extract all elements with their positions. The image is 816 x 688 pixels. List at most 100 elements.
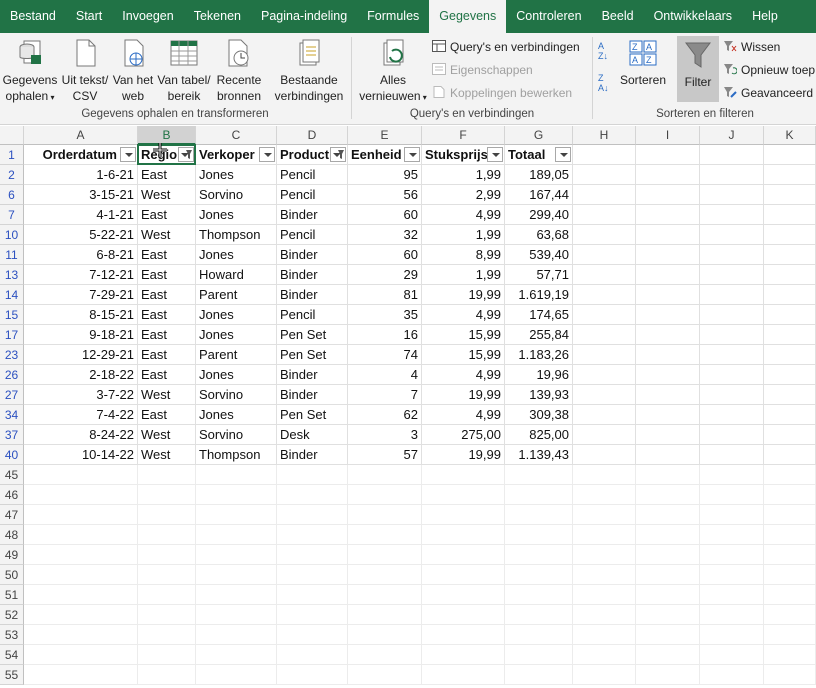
row-header[interactable]: 27 xyxy=(0,385,24,405)
table-cell[interactable]: West xyxy=(138,425,196,445)
row-header[interactable]: 10 xyxy=(0,225,24,245)
empty-cell[interactable] xyxy=(700,285,764,305)
table-cell[interactable]: 19,99 xyxy=(422,285,505,305)
column-header-c[interactable]: C xyxy=(196,126,277,145)
table-cell[interactable]: West xyxy=(138,385,196,405)
empty-cell[interactable] xyxy=(764,585,816,605)
filter-dropdown-button[interactable] xyxy=(404,147,420,162)
empty-cell[interactable] xyxy=(348,565,422,585)
empty-cell[interactable] xyxy=(422,505,505,525)
empty-cell[interactable] xyxy=(138,605,196,625)
tab-beeld[interactable]: Beeld xyxy=(592,0,644,33)
table-cell[interactable]: 8,99 xyxy=(422,245,505,265)
sort-z-a-button[interactable]: Z A↓ xyxy=(598,73,616,95)
table-cell[interactable]: 16 xyxy=(348,325,422,345)
table-cell[interactable]: Binder xyxy=(277,245,348,265)
from-web-button[interactable]: Van het web xyxy=(112,37,154,104)
table-cell[interactable]: 7-4-22 xyxy=(24,405,138,425)
table-cell[interactable]: 6-8-21 xyxy=(24,245,138,265)
empty-cell[interactable] xyxy=(196,545,277,565)
empty-cell[interactable] xyxy=(348,645,422,665)
column-header-i[interactable]: I xyxy=(636,126,700,145)
table-cell[interactable]: 4,99 xyxy=(422,305,505,325)
empty-cell[interactable] xyxy=(24,465,138,485)
empty-cell[interactable] xyxy=(764,225,816,245)
table-cell[interactable]: 4,99 xyxy=(422,365,505,385)
table-cell[interactable]: Pen Set xyxy=(277,325,348,345)
empty-cell[interactable] xyxy=(277,585,348,605)
empty-cell[interactable] xyxy=(24,625,138,645)
empty-cell[interactable] xyxy=(348,545,422,565)
empty-cell[interactable] xyxy=(764,645,816,665)
row-header[interactable]: 40 xyxy=(0,445,24,465)
table-cell[interactable]: Sorvino xyxy=(196,185,277,205)
empty-cell[interactable] xyxy=(422,605,505,625)
empty-cell[interactable] xyxy=(636,225,700,245)
row-header[interactable]: 51 xyxy=(0,585,24,605)
table-cell[interactable]: 7 xyxy=(348,385,422,405)
table-cell[interactable]: East xyxy=(138,285,196,305)
advanced-filter-button[interactable]: Geavanceerd xyxy=(723,83,813,103)
empty-cell[interactable] xyxy=(636,365,700,385)
table-cell[interactable]: Thompson xyxy=(196,445,277,465)
table-cell[interactable]: Pencil xyxy=(277,185,348,205)
table-cell[interactable]: Jones xyxy=(196,165,277,185)
empty-cell[interactable] xyxy=(196,665,277,685)
empty-cell[interactable] xyxy=(348,505,422,525)
table-cell[interactable]: 2-18-22 xyxy=(24,365,138,385)
empty-cell[interactable] xyxy=(764,425,816,445)
empty-cell[interactable] xyxy=(24,525,138,545)
empty-cell[interactable] xyxy=(636,585,700,605)
empty-cell[interactable] xyxy=(348,605,422,625)
empty-cell[interactable] xyxy=(24,585,138,605)
empty-cell[interactable] xyxy=(764,525,816,545)
table-cell[interactable]: Jones xyxy=(196,245,277,265)
table-cell[interactable]: 8-15-21 xyxy=(24,305,138,325)
row-header[interactable]: 26 xyxy=(0,365,24,385)
empty-cell[interactable] xyxy=(636,665,700,685)
tab-ontwikkelaars[interactable]: Ontwikkelaars xyxy=(644,0,743,33)
empty-cell[interactable] xyxy=(636,325,700,345)
empty-cell[interactable] xyxy=(422,645,505,665)
table-cell[interactable]: 29 xyxy=(348,265,422,285)
existing-connections-button[interactable]: Bestaande verbindingen xyxy=(270,37,348,104)
empty-cell[interactable] xyxy=(505,565,573,585)
empty-cell[interactable] xyxy=(277,565,348,585)
empty-cell[interactable] xyxy=(505,505,573,525)
empty-cell[interactable] xyxy=(138,665,196,685)
empty-cell[interactable] xyxy=(636,205,700,225)
table-cell[interactable]: East xyxy=(138,345,196,365)
row-header[interactable]: 14 xyxy=(0,285,24,305)
column-header-e[interactable]: E xyxy=(348,126,422,145)
row-header[interactable]: 50 xyxy=(0,565,24,585)
table-cell[interactable]: 62 xyxy=(348,405,422,425)
table-cell[interactable]: 1,99 xyxy=(422,265,505,285)
table-cell[interactable]: 1.139,43 xyxy=(505,445,573,465)
empty-cell[interactable] xyxy=(277,485,348,505)
empty-cell[interactable] xyxy=(196,605,277,625)
table-cell[interactable]: Pencil xyxy=(277,165,348,185)
row-header[interactable]: 17 xyxy=(0,325,24,345)
empty-cell[interactable] xyxy=(573,265,636,285)
empty-cell[interactable] xyxy=(277,645,348,665)
table-cell[interactable]: East xyxy=(138,405,196,425)
empty-cell[interactable] xyxy=(636,625,700,645)
table-cell[interactable]: 1-6-21 xyxy=(24,165,138,185)
row-header[interactable]: 47 xyxy=(0,505,24,525)
empty-cell[interactable] xyxy=(764,285,816,305)
empty-cell[interactable] xyxy=(764,145,816,165)
empty-cell[interactable] xyxy=(636,145,700,165)
table-cell[interactable]: East xyxy=(138,205,196,225)
empty-cell[interactable] xyxy=(636,305,700,325)
table-cell[interactable]: Jones xyxy=(196,305,277,325)
empty-cell[interactable] xyxy=(505,645,573,665)
empty-cell[interactable] xyxy=(700,425,764,445)
empty-cell[interactable] xyxy=(764,265,816,285)
empty-cell[interactable] xyxy=(764,665,816,685)
table-cell[interactable]: Binder xyxy=(277,385,348,405)
empty-cell[interactable] xyxy=(24,605,138,625)
empty-cell[interactable] xyxy=(348,525,422,545)
empty-cell[interactable] xyxy=(764,165,816,185)
table-cell[interactable]: 57 xyxy=(348,445,422,465)
row-header[interactable]: 7 xyxy=(0,205,24,225)
